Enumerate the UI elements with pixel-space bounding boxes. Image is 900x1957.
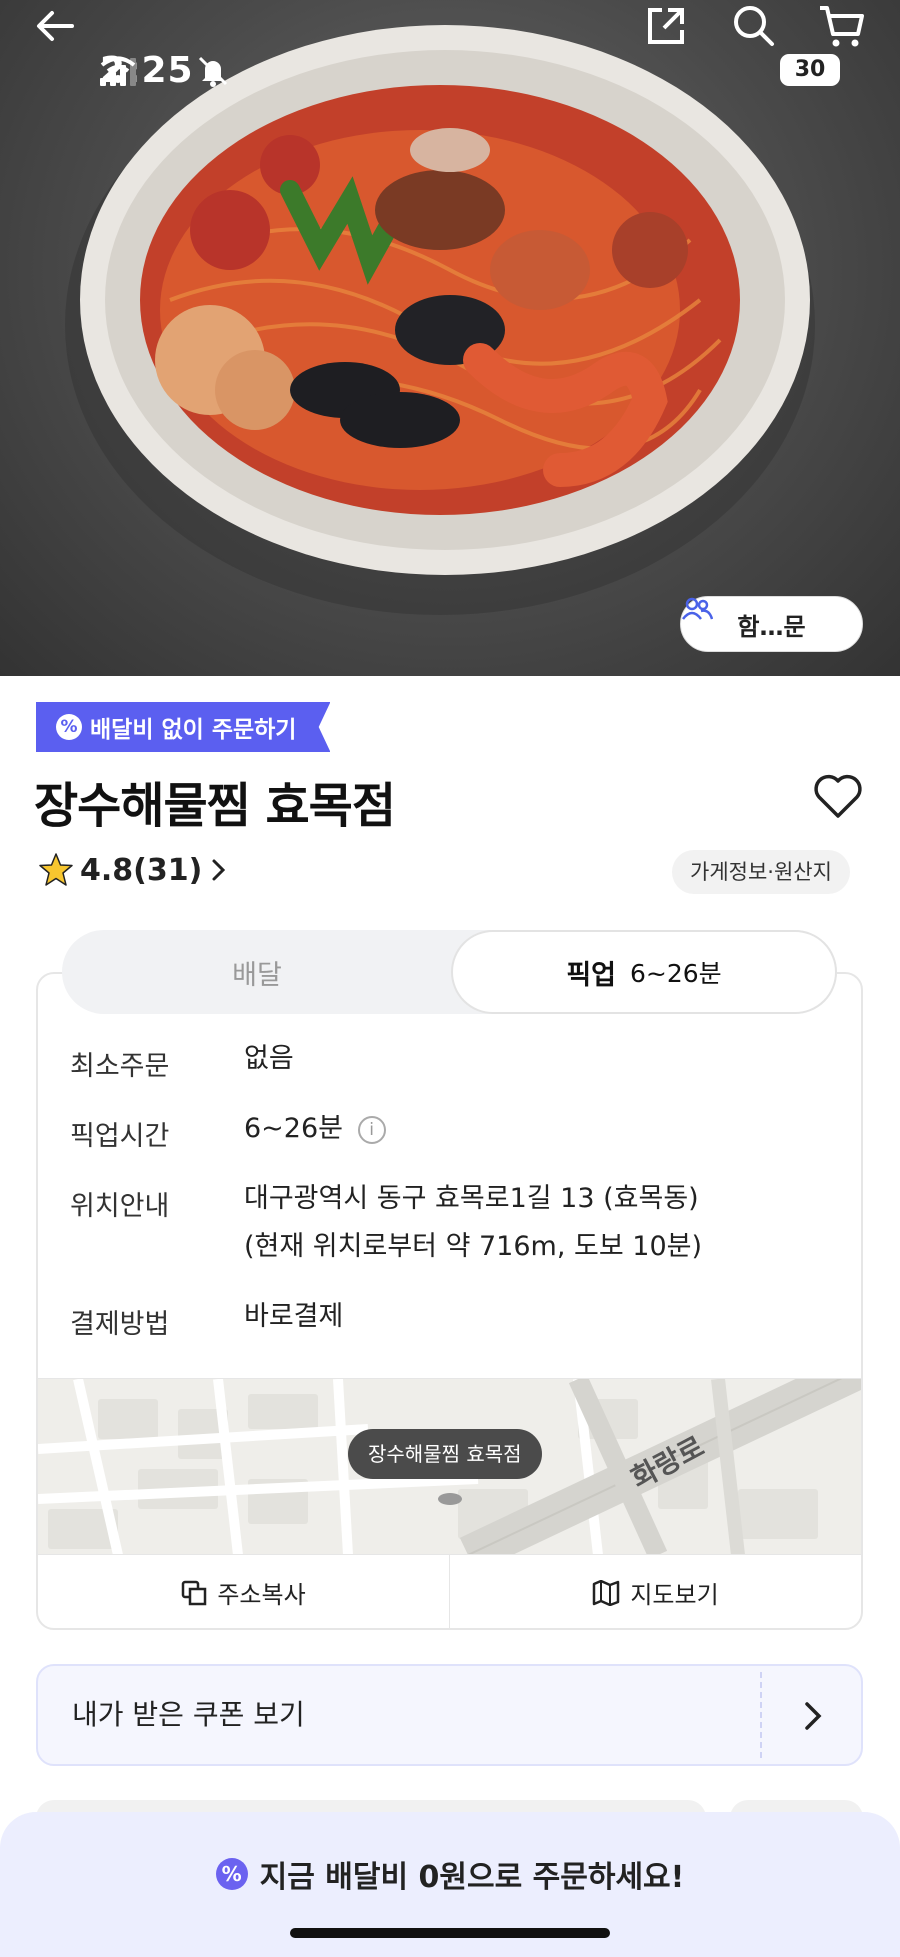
copy-icon	[182, 1580, 207, 1605]
store-map-pin[interactable]: 장수해물찜 효목점	[348, 1429, 542, 1479]
store-info-button[interactable]: 가게정보·원산지	[672, 850, 850, 894]
chevron-right-icon	[805, 1702, 822, 1730]
group-icon	[682, 597, 713, 620]
home-indicator[interactable]	[290, 1928, 610, 1938]
coupon-banner[interactable]: 내가 받은 쿠폰 보기	[36, 1664, 863, 1766]
discount-icon: %	[215, 1858, 248, 1890]
battery-indicator: 30	[780, 54, 840, 86]
payment-value: 바로결제	[244, 1301, 344, 1332]
star-icon	[39, 853, 73, 886]
order-type-toggle: 배달 픽업 6~26분	[62, 930, 837, 1014]
review-count: (31)	[133, 852, 203, 888]
discount-icon: %	[56, 714, 82, 740]
location-label: 위치안내	[70, 1191, 170, 1222]
coupon-divider	[760, 1672, 762, 1758]
rating-value: 4.8	[80, 852, 134, 888]
search-icon[interactable]	[728, 0, 780, 52]
min-order-label: 최소주문	[70, 1051, 170, 1082]
cart-icon[interactable]	[816, 0, 868, 52]
location-address: 대구광역시 동구 효목로1길 13 (효목동)	[244, 1183, 699, 1214]
promo-label: 배달비 없이 주문하기	[90, 717, 297, 743]
bottom-bar-text: 지금 배달비 0원으로 주문하세요!	[259, 1860, 685, 1895]
tab-delivery[interactable]: 배달	[62, 930, 452, 1014]
food-photo	[65, 25, 815, 615]
wifi-icon	[100, 56, 136, 83]
pickup-time-row: 6~26분 i	[244, 1106, 386, 1152]
copy-address-label: 주소복사	[217, 1581, 306, 1609]
min-order-value: 없음	[244, 1043, 294, 1074]
pickup-time-value: 6~26분	[244, 1113, 343, 1144]
view-map-label: 지도보기	[630, 1581, 719, 1609]
share-icon[interactable]	[640, 0, 692, 52]
view-map-button[interactable]: 지도보기	[449, 1555, 861, 1628]
bell-off-icon	[198, 56, 228, 87]
group-order-label: 함…문	[737, 612, 806, 641]
store-map[interactable]: 화랑로 장수해물찜 효목점	[38, 1378, 861, 1554]
coupon-label: 내가 받은 쿠폰 보기	[72, 1698, 305, 1731]
pickup-time-label: 픽업시간	[70, 1121, 170, 1152]
copy-address-button[interactable]: 주소복사	[38, 1555, 449, 1628]
tab-pickup-time: 6~26분	[630, 959, 722, 988]
tab-pickup[interactable]: 픽업 6~26분	[451, 930, 837, 1014]
free-delivery-promo-tag[interactable]: % 배달비 없이 주문하기	[36, 702, 331, 752]
back-arrow-icon[interactable]	[30, 0, 82, 52]
chevron-right-icon	[212, 859, 226, 881]
store-hero-image: 2:25 30 함…문	[0, 0, 900, 676]
map-actions: 주소복사 지도보기	[38, 1554, 861, 1628]
store-name: 장수해물찜 효목점	[34, 778, 396, 834]
location-distance: (현재 위치로부터 약 716m, 도보 10분)	[244, 1231, 702, 1262]
payment-label: 결제방법	[70, 1309, 170, 1340]
group-order-button[interactable]: 함…문	[680, 596, 863, 652]
tab-pickup-label: 픽업	[566, 959, 616, 991]
status-bar: 2:25 30	[100, 50, 840, 98]
map-icon	[593, 1579, 620, 1606]
rating-link[interactable]: 4.8 (31)	[38, 852, 228, 888]
heart-icon[interactable]	[812, 772, 864, 820]
info-icon[interactable]: i	[357, 1115, 386, 1144]
